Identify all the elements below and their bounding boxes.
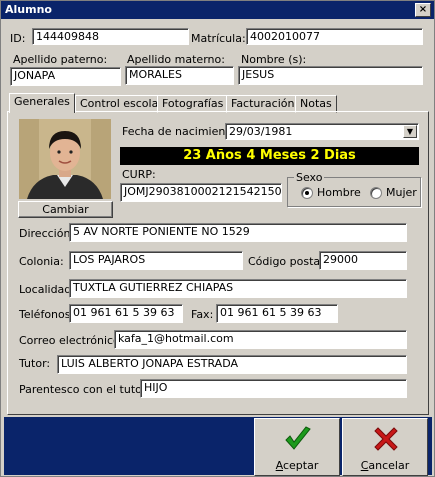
- aceptar-label: Aceptar: [275, 459, 319, 472]
- window-title: Alumno: [5, 3, 52, 16]
- parentesco-label: Parentesco con el tutor:: [19, 383, 150, 396]
- x-cancel-icon: [374, 427, 398, 451]
- id-label: ID:: [10, 32, 26, 45]
- title-bar[interactable]: Alumno ×: [1, 1, 434, 19]
- mujer-radio[interactable]: [370, 187, 382, 199]
- telefonos-field[interactable]: 01 961 61 5 39 63: [69, 304, 183, 323]
- tutor-label: Tutor:: [19, 357, 51, 370]
- fax-field[interactable]: 01 961 61 5 39 63: [216, 304, 338, 323]
- fecha-nacimiento-label: Fecha de nacimiento:: [122, 125, 241, 138]
- hombre-label[interactable]: Hombre: [317, 186, 361, 199]
- tutor-field[interactable]: LUIS ALBERTO JONAPA ESTRADA: [57, 355, 407, 374]
- student-photo-image: [19, 119, 111, 199]
- mujer-label[interactable]: Mujer: [386, 186, 417, 199]
- close-button[interactable]: ×: [415, 3, 431, 17]
- correo-label: Correo electrónico:: [19, 334, 124, 347]
- fecha-nacimiento-value: 29/03/1981: [229, 125, 293, 138]
- apellido-paterno-field[interactable]: JONAPA: [10, 67, 121, 86]
- fecha-nacimiento-select[interactable]: 29/03/1981 ▼: [225, 123, 419, 140]
- localidad-label: Localidad:: [19, 283, 75, 296]
- matricula-label: Matrícula:: [191, 32, 246, 45]
- direccion-field[interactable]: 5 AV NORTE PONIENTE NO 1529: [69, 223, 407, 242]
- student-photo: [19, 119, 111, 199]
- correo-field[interactable]: kafa_1@hotmail.com: [114, 330, 407, 349]
- codigo-postal-label: Código postal:: [248, 255, 327, 268]
- apellido-materno-field[interactable]: MORALES: [125, 66, 234, 85]
- curp-field[interactable]: JOMJ290381000212154215​00: [120, 183, 282, 202]
- cancelar-label: Cancelar: [360, 459, 410, 472]
- colonia-field[interactable]: LOS PAJAROS: [69, 251, 243, 270]
- colonia-label: Colonia:: [19, 255, 64, 268]
- direccion-label: Dirección:: [19, 227, 75, 240]
- cambiar-foto-button[interactable]: Cambiar: [18, 201, 113, 218]
- codigo-postal-field[interactable]: 29000: [319, 251, 407, 270]
- telefonos-label: Teléfonos:: [19, 308, 75, 321]
- chevron-down-icon[interactable]: ▼: [403, 125, 417, 138]
- nombre-field[interactable]: JESUS: [238, 66, 423, 85]
- cancelar-button[interactable]: Cancelar: [342, 418, 428, 476]
- id-field[interactable]: 144409848: [32, 28, 189, 45]
- matricula-field[interactable]: 4002010077: [246, 28, 423, 45]
- sexo-label: Sexo: [294, 171, 325, 184]
- tab-generales[interactable]: Generales: [9, 93, 75, 113]
- apellido-paterno-label: Apellido paterno:: [13, 53, 108, 66]
- edad-display: 23 Años 4 Meses 2 Dias: [120, 147, 419, 165]
- localidad-field[interactable]: TUXTLA GUTIERREZ CHIAPAS: [69, 279, 407, 298]
- alumno-window: Alumno × ID: 144409848 Matrícula: 400201…: [0, 0, 435, 477]
- apellido-materno-label: Apellido materno:: [127, 53, 225, 66]
- fax-label: Fax:: [191, 308, 214, 321]
- curp-label: CURP:: [122, 168, 156, 181]
- sexo-group: Sexo Hombre Mujer: [287, 171, 421, 207]
- hombre-radio[interactable]: [301, 187, 313, 199]
- parentesco-field[interactable]: HIJO: [140, 379, 407, 398]
- checkmark-icon: [285, 426, 311, 450]
- aceptar-button[interactable]: Aceptar: [254, 418, 340, 476]
- nombre-label: Nombre (s):: [241, 53, 307, 66]
